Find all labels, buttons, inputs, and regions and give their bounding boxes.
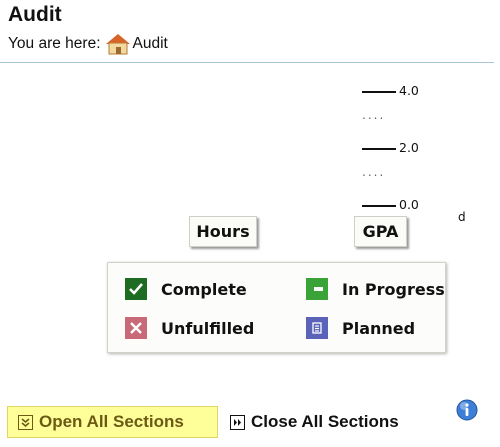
status-legend: Complete In Progress Unfulfilled Planned [107,262,446,353]
check-icon [125,278,147,300]
legend-unfulfilled: Unfulfilled [125,317,254,339]
progress-icon [306,278,328,300]
close-all-sections-button[interactable]: Close All Sections [230,406,399,438]
breadcrumb-prefix: You are here: [8,35,101,52]
legend-in-progress: In Progress [306,278,445,300]
scale-separator: .... [362,165,386,179]
legend-planned: Planned [306,317,415,339]
info-icon[interactable] [456,399,478,421]
x-icon [125,317,147,339]
scale-separator: .... [362,108,386,122]
breadcrumb-current[interactable]: Audit [133,35,168,53]
breadcrumb: You are here: Audit [8,33,168,55]
expand-all-icon [18,414,33,430]
header-divider [0,62,494,63]
collapse-all-icon [230,414,245,430]
legend-complete: Complete [125,278,247,300]
home-icon[interactable] [105,33,131,55]
hours-button[interactable]: Hours [189,216,257,247]
page-title: Audit [8,3,62,26]
gpa-button[interactable]: GPA [354,216,407,247]
open-all-sections-button[interactable]: Open All Sections [7,406,218,438]
planned-icon [306,317,328,339]
trailing-mark: d [458,210,466,224]
